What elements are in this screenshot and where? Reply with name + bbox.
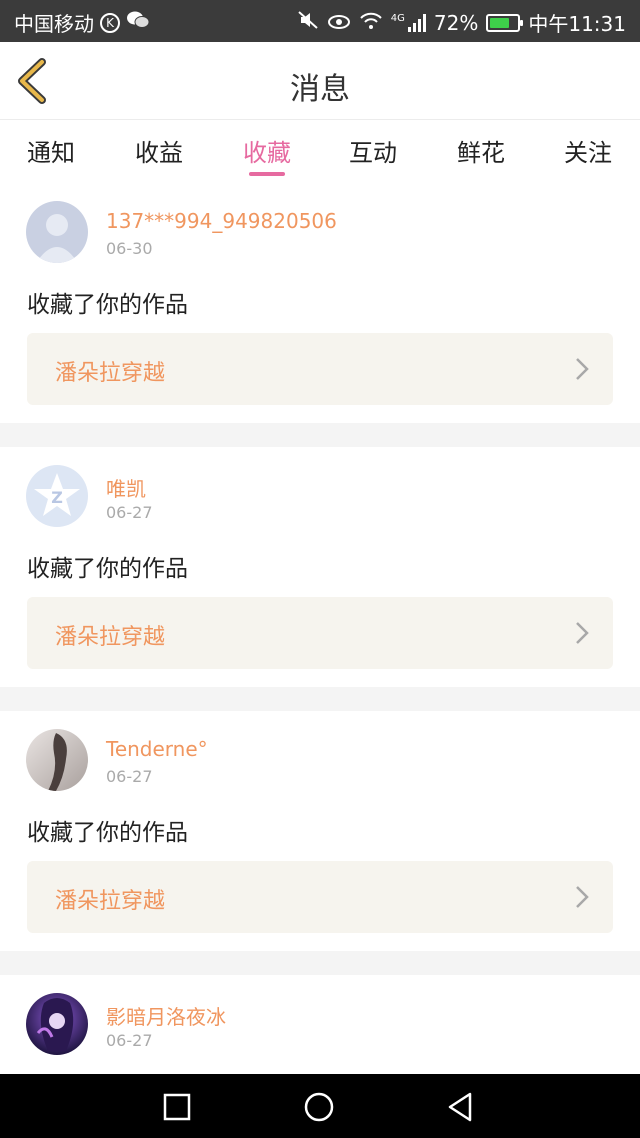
chevron-right-icon <box>576 358 589 380</box>
username[interactable]: 影暗月洛夜冰 <box>106 1001 226 1030</box>
message-text: 收藏了你的作品 <box>27 820 188 846</box>
tab-following[interactable]: 关注 <box>543 133 633 168</box>
wechat-icon <box>126 10 150 35</box>
home-button[interactable] <box>302 1090 336 1124</box>
anime-avatar-icon <box>26 993 88 1055</box>
system-nav-bar <box>0 1074 640 1138</box>
work-title: 潘朵拉穿越 <box>55 361 166 386</box>
signal-icon: 4G <box>390 12 426 32</box>
avatar[interactable] <box>26 729 88 791</box>
battery-icon <box>486 13 524 32</box>
default-avatar-icon <box>26 201 88 263</box>
message-date: 06-27 <box>106 767 153 786</box>
username[interactable]: 唯凯 <box>106 473 146 502</box>
username[interactable]: Tenderne° <box>106 737 208 761</box>
card-divider <box>0 951 640 975</box>
chevron-right-icon <box>576 886 589 908</box>
battery-percent: 72% <box>433 10 479 35</box>
message-date: 06-27 <box>106 1031 153 1050</box>
tab-earnings[interactable]: 收益 <box>114 133 204 168</box>
work-link[interactable]: 潘朵拉穿越 <box>27 597 613 669</box>
card-divider <box>0 687 640 711</box>
message-card: 137***994_949820506 06-30 收藏了你的作品 潘朵拉穿越 <box>0 183 640 423</box>
work-title: 潘朵拉穿越 <box>55 889 166 914</box>
message-card: Z 唯凯 06-27 收藏了你的作品 潘朵拉穿越 <box>0 447 640 687</box>
clock: 中午11:31 <box>528 12 626 36</box>
wifi-icon <box>359 11 383 35</box>
eye-comfort-icon <box>327 11 351 35</box>
svg-text:Z: Z <box>51 488 63 507</box>
circle-icon <box>304 1092 334 1122</box>
tab-favorites[interactable]: 收藏 <box>222 133 312 168</box>
work-link[interactable]: 潘朵拉穿越 <box>27 861 613 933</box>
avatar[interactable]: Z <box>26 465 88 527</box>
work-link[interactable]: 潘朵拉穿越 <box>27 333 613 405</box>
avatar[interactable] <box>26 993 88 1055</box>
status-bar: 中国移动 K 4G 72% 中午11:31 <box>0 0 640 42</box>
triangle-back-icon <box>448 1092 472 1122</box>
qq-avatar-icon: Z <box>26 465 88 527</box>
tab-flowers[interactable]: 鲜花 <box>436 133 526 168</box>
username[interactable]: 137***994_949820506 <box>106 209 337 233</box>
carrier-label: 中国移动 <box>14 12 94 36</box>
message-text: 收藏了你的作品 <box>27 292 188 318</box>
network-label: 4G <box>390 12 405 24</box>
message-date: 06-30 <box>106 239 153 258</box>
message-text: 收藏了你的作品 <box>27 556 188 582</box>
tab-notice[interactable]: 通知 <box>6 133 96 168</box>
carrier-k-icon: K <box>100 12 120 33</box>
message-list: 137***994_949820506 06-30 收藏了你的作品 潘朵拉穿越 … <box>0 183 640 1095</box>
tab-bar: 通知 收益 收藏 互动 鲜花 关注 <box>0 121 640 181</box>
card-divider <box>0 423 640 447</box>
photo-avatar-icon <box>26 729 88 791</box>
message-date: 06-27 <box>106 503 153 522</box>
header: 消息 <box>0 42 640 120</box>
mute-icon <box>297 10 319 35</box>
work-title: 潘朵拉穿越 <box>55 625 166 650</box>
active-tab-indicator <box>249 172 285 176</box>
page-title: 消息 <box>290 72 350 107</box>
square-icon <box>163 1093 191 1121</box>
avatar[interactable] <box>26 201 88 263</box>
message-card: Tenderne° 06-27 收藏了你的作品 潘朵拉穿越 <box>0 711 640 951</box>
chevron-right-icon <box>576 622 589 644</box>
recent-apps-button[interactable] <box>160 1090 194 1124</box>
tab-interaction[interactable]: 互动 <box>328 133 418 168</box>
back-nav-button[interactable] <box>444 1090 478 1124</box>
